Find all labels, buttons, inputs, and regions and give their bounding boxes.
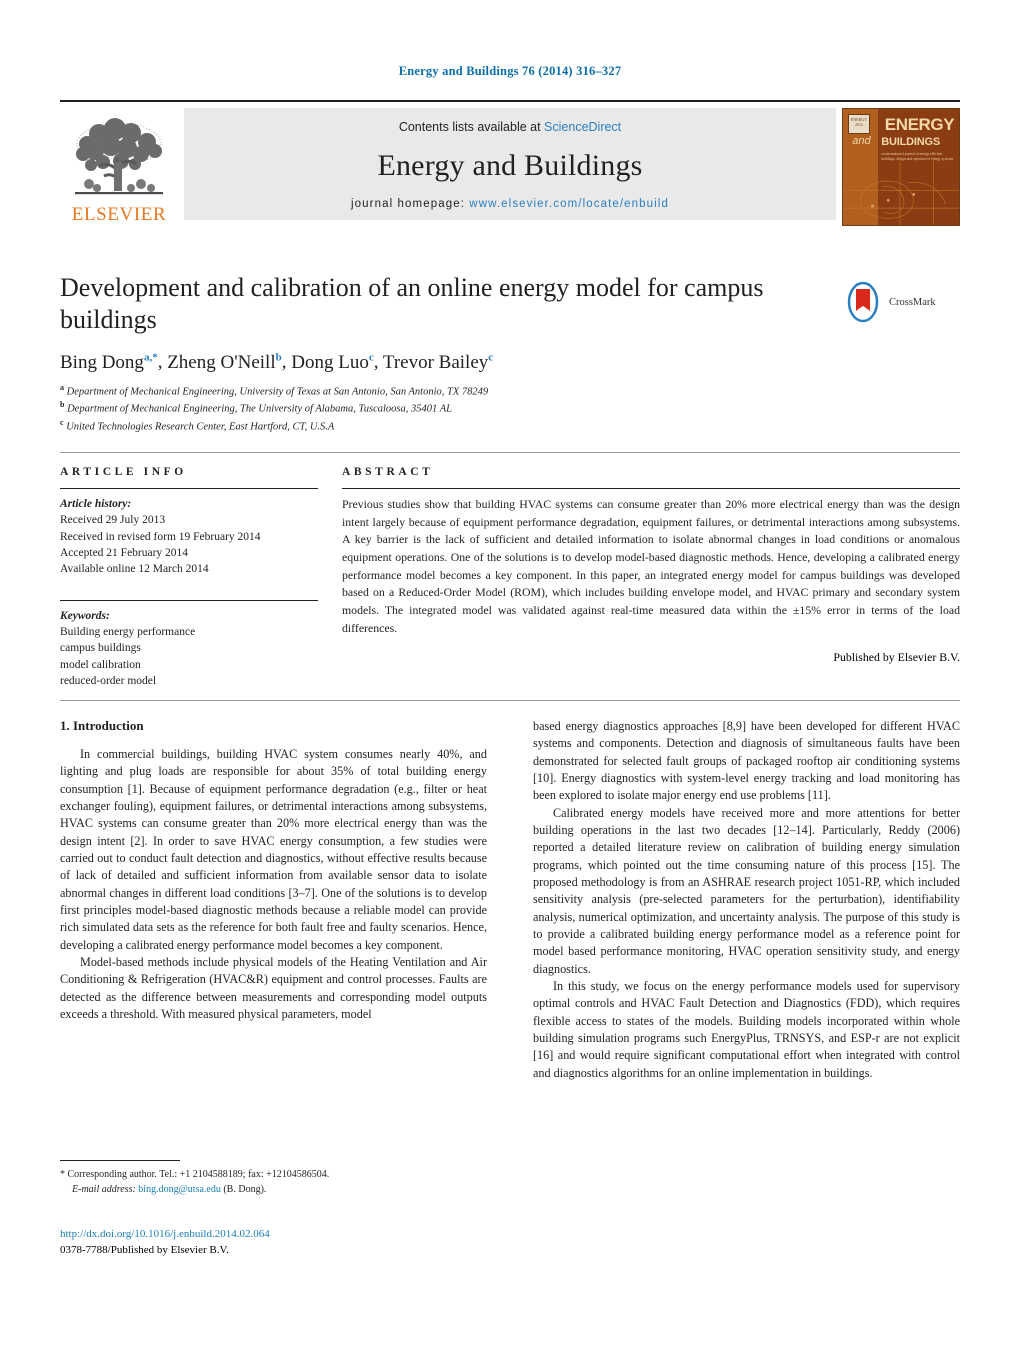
body-divider [60, 700, 960, 701]
abstract-heading: ABSTRACT [342, 466, 434, 478]
crossmark-badge[interactable]: CrossMark [842, 276, 960, 328]
affiliation-item: b Department of Mechanical Engineering, … [60, 399, 960, 417]
email-line: E-mail address: bing.dong@utsa.edu (B. D… [60, 1183, 487, 1198]
footnote-rule [60, 1160, 180, 1161]
affiliation-mark: c [60, 418, 64, 428]
article-info-rule [60, 488, 318, 489]
keyword-item: model calibration [60, 658, 141, 671]
abstract-rule [342, 488, 960, 489]
history-item: Received 29 July 2013 [60, 514, 166, 527]
doi-link[interactable]: http://dx.doi.org/10.1016/j.enbuild.2014… [60, 1227, 560, 1243]
author-marks: c [368, 351, 374, 364]
journal-homepage-link[interactable]: www.elsevier.com/locate/enbuild [469, 198, 669, 210]
section-heading-introduction: 1. Introduction [60, 718, 144, 733]
sciencedirect-link[interactable]: ScienceDirect [544, 120, 621, 134]
corresponding-marker: * [60, 1169, 65, 1180]
elsevier-logo: ELSEVIER [60, 108, 178, 226]
body-columns: 1. Introduction In commercial buildings,… [60, 718, 960, 1082]
author-name: Bing Dong [60, 351, 144, 373]
cover-word-energy: ENERGY [884, 115, 955, 134]
info-divider-top [60, 452, 960, 453]
affiliation-item: c United Technologies Research Center, E… [60, 417, 960, 435]
keyword-item: campus buildings [60, 642, 141, 655]
crossmark-label: CrossMark [889, 296, 936, 308]
affiliation-mark: b [60, 400, 65, 410]
running-head: Energy and Buildings 76 (2014) 316–327 [398, 64, 622, 78]
affiliation-text: Department of Mechanical Engineering, Un… [66, 386, 489, 398]
paragraph: Model-based methods include physical mod… [60, 954, 487, 1021]
article-history-label: Article history: [60, 498, 132, 510]
author-list: Bing Donga,*, Zheng O'Neillb, Dong Luoc,… [60, 351, 494, 373]
author-entry: Bing Donga,* [60, 351, 158, 373]
paragraph: In this study, we focus on the energy pe… [533, 978, 960, 1080]
affiliation-mark: a [60, 382, 64, 392]
author-entry: Trevor Baileyc [382, 351, 494, 373]
article-history-block: Article history: Received 29 July 2013 R… [60, 496, 318, 578]
author-marks: a,* [143, 351, 158, 364]
body-column-right: based energy diagnostics approaches [8,9… [533, 718, 960, 1082]
abstract-publisher-note: Published by Elsevier B.V. [833, 649, 960, 664]
crossmark-icon [847, 281, 879, 323]
doi-block: http://dx.doi.org/10.1016/j.enbuild.2014… [60, 1227, 560, 1259]
journal-cover-thumbnail: ENERGY 2012 ENERGY and BUILDINGS an inte… [842, 108, 960, 226]
author-marks: b [275, 351, 282, 364]
elsevier-wordmark: ELSEVIER [71, 204, 167, 225]
corresponding-text: Corresponding author. Tel.: +1 210458818… [67, 1169, 330, 1180]
history-item: Accepted 21 February 2014 [60, 546, 189, 559]
keyword-item: Building energy performance [60, 625, 196, 638]
history-item: Available online 12 March 2014 [60, 563, 209, 576]
author-name: Zheng O'Neill [167, 351, 276, 373]
journal-masthead: ELSEVIER Contents lists available at Sci… [60, 100, 960, 226]
cover-word-and: and [852, 135, 871, 147]
email-label: E-mail address: [72, 1183, 136, 1195]
journal-band: Contents lists available at ScienceDirec… [184, 108, 836, 220]
paragraph: based energy diagnostics approaches [8,9… [533, 719, 960, 803]
paragraph: Calibrated energy models have received m… [533, 805, 960, 976]
history-item: Received in revised form 19 February 201… [60, 530, 261, 543]
affiliation-text: Department of Mechanical Engineering, Th… [67, 403, 452, 415]
keywords-label: Keywords: [60, 609, 110, 622]
affiliation-item: a Department of Mechanical Engineering, … [60, 382, 960, 400]
affiliation-text: United Technologies Research Center, Eas… [66, 421, 335, 433]
title-block: Development and calibration of an online… [60, 272, 960, 435]
author-entry: Dong Luoc [291, 351, 374, 373]
author-name: Trevor Bailey [382, 351, 489, 373]
journal-homepage-line: journal homepage: www.elsevier.com/locat… [351, 198, 669, 210]
email-link[interactable]: bing.dong@utsa.edu [138, 1184, 221, 1195]
keyword-item: reduced-order model [60, 674, 157, 687]
article-info-heading: ARTICLE INFO [60, 466, 187, 478]
author-name: Dong Luo [291, 351, 369, 373]
keywords-rule [60, 599, 318, 601]
cover-word-buildings: BUILDINGS [881, 136, 940, 148]
affiliation-list: a Department of Mechanical Engineering, … [60, 382, 960, 435]
elsevier-tree-icon [67, 118, 171, 204]
paragraph: In commercial buildings, building HVAC s… [60, 747, 487, 952]
corresponding-author-note: * Corresponding author. Tel.: +1 2104588… [60, 1168, 487, 1197]
author-entry: Zheng O'Neillb [167, 351, 282, 373]
info-abstract-area: ARTICLE INFO Article history: Received 2… [60, 466, 960, 689]
article-info-column: ARTICLE INFO Article history: Received 2… [60, 466, 318, 689]
journal-title: Energy and Buildings [377, 149, 643, 182]
cover-diagram-art [843, 157, 959, 225]
article-title: Development and calibration of an online… [60, 273, 764, 334]
body-column-left: 1. Introduction In commercial buildings,… [60, 718, 487, 1082]
contents-prefix: Contents lists available at [398, 120, 545, 134]
author-marks: c [488, 351, 494, 364]
contents-available-line: Contents lists available at ScienceDirec… [399, 120, 621, 134]
cover-badge: ENERGY 2012 [848, 114, 870, 134]
email-suffix: (B. Dong). [223, 1183, 267, 1195]
issn-line: 0378-7788/Published by Elsevier B.V. [60, 1243, 229, 1256]
abstract-column: ABSTRACT Previous studies show that buil… [342, 466, 960, 689]
abstract-text: Previous studies show that building HVAC… [342, 497, 960, 635]
footnote-area: * Corresponding author. Tel.: +1 2104588… [60, 1160, 487, 1197]
article-page: Energy and Buildings 76 (2014) 316–327 E… [0, 0, 1020, 1351]
keywords-block: Keywords: Building energy performance ca… [60, 599, 318, 690]
homepage-prefix: journal homepage: [351, 198, 470, 210]
